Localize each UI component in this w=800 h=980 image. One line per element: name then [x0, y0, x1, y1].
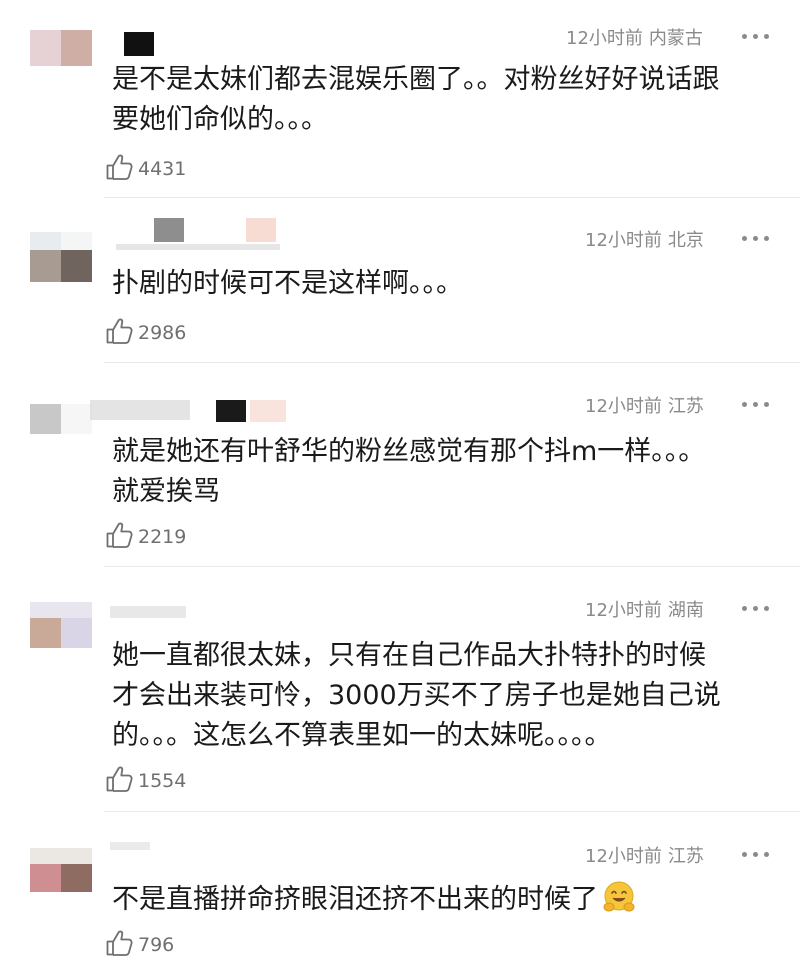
username-redacted[interactable] — [110, 600, 300, 632]
avatar[interactable] — [30, 602, 92, 656]
more-dots-icon[interactable] — [740, 846, 772, 862]
thumbs-up-icon — [106, 154, 133, 180]
location: 江苏 — [667, 396, 704, 417]
username-redacted[interactable] — [90, 396, 300, 428]
comment-meta: 12小时前 江苏 — [585, 392, 704, 418]
comment-item: 12小时前 湖南 她一直都很太妹，只有在自己作品大扑特扑的时候 才会出来装可怜，3… — [0, 596, 800, 808]
username-redacted[interactable] — [110, 842, 300, 878]
thumbs-up-icon — [106, 318, 133, 344]
avatar[interactable] — [30, 848, 92, 902]
location: 江苏 — [667, 846, 704, 867]
divider — [104, 811, 800, 812]
location: 湖南 — [667, 600, 704, 621]
thumbs-up-icon — [106, 930, 133, 956]
like-count: 796 — [138, 934, 175, 956]
location: 北京 — [667, 230, 704, 251]
comment-meta: 12小时前 湖南 — [585, 596, 704, 622]
comment-meta: 12小时前 北京 — [585, 226, 704, 252]
divider — [104, 566, 800, 567]
comment-feed: 12小时前 内蒙古 是不是太妹们都去混娱乐圈了。。对粉丝好好说话跟 要她们命似的。… — [0, 0, 800, 980]
avatar[interactable] — [30, 232, 92, 286]
timestamp: 12小时前 — [585, 600, 662, 621]
like-count: 2219 — [138, 526, 187, 548]
comment-item: 12小时前 江苏 就是她还有叶舒华的粉丝感觉有那个抖m一样。。。 就爱挨骂 221… — [0, 392, 800, 562]
more-dots-icon[interactable] — [740, 28, 772, 44]
comment-text: 不是直播拼命挤眼泪还挤不出来的时候了 — [112, 880, 782, 920]
like-count: 4431 — [138, 158, 187, 180]
comment-text: 就是她还有叶舒华的粉丝感觉有那个抖m一样。。。 就爱挨骂 — [112, 436, 706, 507]
location: 内蒙古 — [648, 28, 703, 49]
username-redacted[interactable] — [110, 218, 300, 262]
timestamp: 12小时前 — [585, 230, 662, 251]
thumbs-up-icon — [106, 522, 133, 548]
avatar[interactable] — [30, 30, 92, 84]
comment-text: 是不是太妹们都去混娱乐圈了。。对粉丝好好说话跟 要她们命似的。。。 — [112, 64, 720, 135]
hugging-face-emoji — [603, 881, 635, 912]
avatar[interactable] — [30, 398, 92, 452]
comment-text: 她一直都很太妹，只有在自己作品大扑特扑的时候 才会出来装可怜，3000万买不了房… — [112, 640, 721, 751]
thumbs-up-icon — [106, 766, 133, 792]
username-redacted[interactable] — [110, 28, 300, 60]
comment-text: 扑剧的时候可不是这样啊。。。 — [112, 268, 463, 299]
comment-meta: 12小时前 内蒙古 — [566, 24, 703, 50]
like-count: 2986 — [138, 322, 187, 344]
divider — [104, 362, 800, 363]
comment-meta: 12小时前 江苏 — [585, 842, 704, 868]
timestamp: 12小时前 — [585, 846, 662, 867]
comment-item: 12小时前 江苏 不是直播拼命挤眼泪还挤不出来的时候了 796 — [0, 842, 800, 972]
more-dots-icon[interactable] — [740, 600, 772, 616]
timestamp: 12小时前 — [585, 396, 662, 417]
divider — [104, 197, 800, 198]
comment-text-content: 不是直播拼命挤眼泪还挤不出来的时候了 — [112, 884, 598, 915]
more-dots-icon[interactable] — [740, 230, 772, 246]
like-count: 1554 — [138, 770, 187, 792]
timestamp: 12小时前 — [566, 28, 643, 49]
comment-item: 12小时前 内蒙古 是不是太妹们都去混娱乐圈了。。对粉丝好好说话跟 要她们命似的。… — [0, 24, 800, 204]
comment-item: 12小时前 北京 扑剧的时候可不是这样啊。。。 2986 — [0, 218, 800, 366]
more-dots-icon[interactable] — [740, 396, 772, 412]
